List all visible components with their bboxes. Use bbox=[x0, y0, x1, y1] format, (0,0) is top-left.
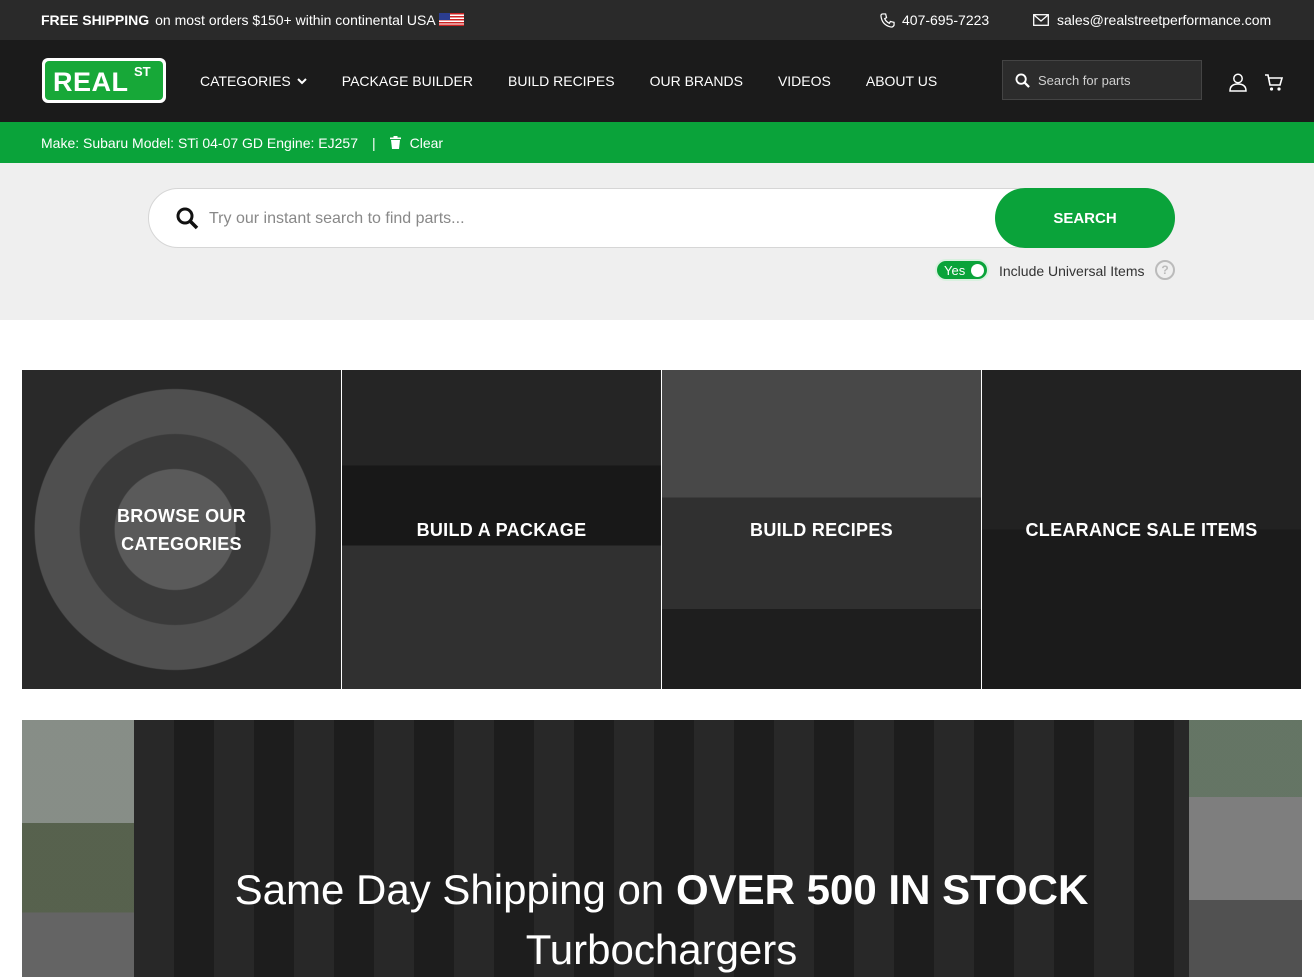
banner-line1-bold: OVER 500 IN STOCK bbox=[675, 866, 1089, 913]
tile-build-package[interactable]: BUILD A PACKAGE bbox=[342, 370, 661, 689]
phone-number: 407-695-7223 bbox=[902, 12, 990, 28]
nav-item-label: VIDEOS bbox=[777, 73, 831, 89]
instant-search-input[interactable] bbox=[209, 207, 909, 231]
nav-item-our-brands[interactable]: OUR BRANDS bbox=[650, 73, 743, 89]
nav-search-box[interactable] bbox=[1002, 60, 1202, 100]
help-icon[interactable]: ? bbox=[1155, 260, 1175, 280]
top-bar: FREE SHIPPING on most orders $150+ within… bbox=[0, 0, 1314, 40]
tile-clearance-sale[interactable]: CLEARANCE SALE ITEMS bbox=[982, 370, 1301, 689]
tile-label: CLEARANCE SALE ITEMS bbox=[1025, 519, 1258, 540]
chevron-down-icon bbox=[297, 78, 307, 85]
shipping-notice: FREE SHIPPING on most orders $150+ within… bbox=[41, 12, 436, 28]
search-icon bbox=[176, 207, 199, 230]
nav-item-build-recipes[interactable]: BUILD RECIPES bbox=[508, 73, 615, 89]
nav-search-input[interactable] bbox=[1038, 72, 1188, 88]
toggle-label: Yes bbox=[944, 263, 966, 278]
nav-item-label: BUILD RECIPES bbox=[508, 73, 615, 89]
nav-item-videos[interactable]: VIDEOS bbox=[778, 73, 831, 89]
logo-badge: REAL ST bbox=[45, 61, 163, 100]
banner-headline: Same Day Shipping on OVER 500 IN STOCK T… bbox=[134, 860, 1189, 977]
universal-items-label: Include Universal Items bbox=[999, 263, 1145, 279]
vehicle-separator: | bbox=[371, 134, 376, 151]
nav-item-about-us[interactable]: ABOUT US bbox=[866, 73, 937, 89]
banner-line2: Turbochargers bbox=[525, 926, 798, 973]
tile-label: BUILD A PACKAGE bbox=[416, 519, 587, 540]
logo-word: REAL bbox=[53, 67, 129, 97]
tile-label: BROWSE OUR CATEGORIES bbox=[117, 505, 246, 554]
tile-browse-categories[interactable]: BROWSE OUR CATEGORIES bbox=[22, 370, 341, 689]
previous-slide-preview[interactable] bbox=[22, 720, 134, 977]
nav-item-categories[interactable]: CATEGORIES bbox=[200, 73, 307, 89]
email-link[interactable]: sales@realstreetperformance.com bbox=[1033, 12, 1271, 28]
toggle-knob bbox=[971, 264, 984, 277]
phone-link[interactable]: 407-695-7223 bbox=[880, 12, 989, 28]
vehicle-selection-bar: Make: Subaru Model: STi 04-07 GD Engine:… bbox=[0, 122, 1314, 163]
instant-search-bar: SEARCH bbox=[148, 188, 1175, 248]
clear-vehicle-button[interactable]: Clear bbox=[389, 134, 444, 151]
search-icon bbox=[1015, 72, 1030, 88]
logo-superscript: ST bbox=[134, 64, 151, 79]
vehicle-info: Make: Subaru Model: STi 04-07 GD Engine:… bbox=[41, 134, 358, 151]
envelope-icon bbox=[1033, 14, 1049, 26]
tile-label: BUILD RECIPES bbox=[750, 519, 893, 540]
next-slide-preview[interactable] bbox=[1189, 720, 1302, 977]
nav-menu: CATEGORIES PACKAGE BUILDER BUILD RECIPES… bbox=[200, 73, 972, 89]
us-flag-icon bbox=[439, 13, 464, 26]
banner-line1-light: Same Day Shipping on bbox=[234, 866, 665, 913]
nav-item-label: ABOUT US bbox=[865, 73, 938, 89]
cart-icon[interactable] bbox=[1264, 72, 1284, 92]
hero-banner-carousel: Same Day Shipping on OVER 500 IN STOCK T… bbox=[22, 720, 1302, 977]
nav-item-label: OUR BRANDS bbox=[649, 73, 743, 89]
tile-build-recipes[interactable]: BUILD RECIPES bbox=[662, 370, 981, 689]
universal-items-toggle[interactable]: Yes bbox=[935, 259, 989, 281]
main-nav: REAL ST CATEGORIES PACKAGE BUILDER BUILD… bbox=[0, 40, 1314, 122]
phone-icon bbox=[880, 12, 895, 28]
search-button[interactable]: SEARCH bbox=[995, 188, 1175, 248]
instant-search-section: SEARCH Yes Include Universal Items ? bbox=[0, 163, 1314, 320]
nav-item-package-builder[interactable]: PACKAGE BUILDER bbox=[342, 73, 473, 89]
shipping-bold: FREE SHIPPING bbox=[41, 12, 150, 28]
clear-label: Clear bbox=[409, 134, 444, 151]
nav-item-label: CATEGORIES bbox=[200, 73, 291, 89]
nav-item-label: PACKAGE BUILDER bbox=[341, 73, 473, 89]
email-address: sales@realstreetperformance.com bbox=[1057, 12, 1272, 28]
shipping-text: on most orders $150+ within continental … bbox=[155, 12, 436, 28]
trash-icon bbox=[389, 136, 401, 149]
user-account-icon[interactable] bbox=[1228, 72, 1248, 92]
site-logo[interactable]: REAL ST bbox=[42, 58, 166, 103]
